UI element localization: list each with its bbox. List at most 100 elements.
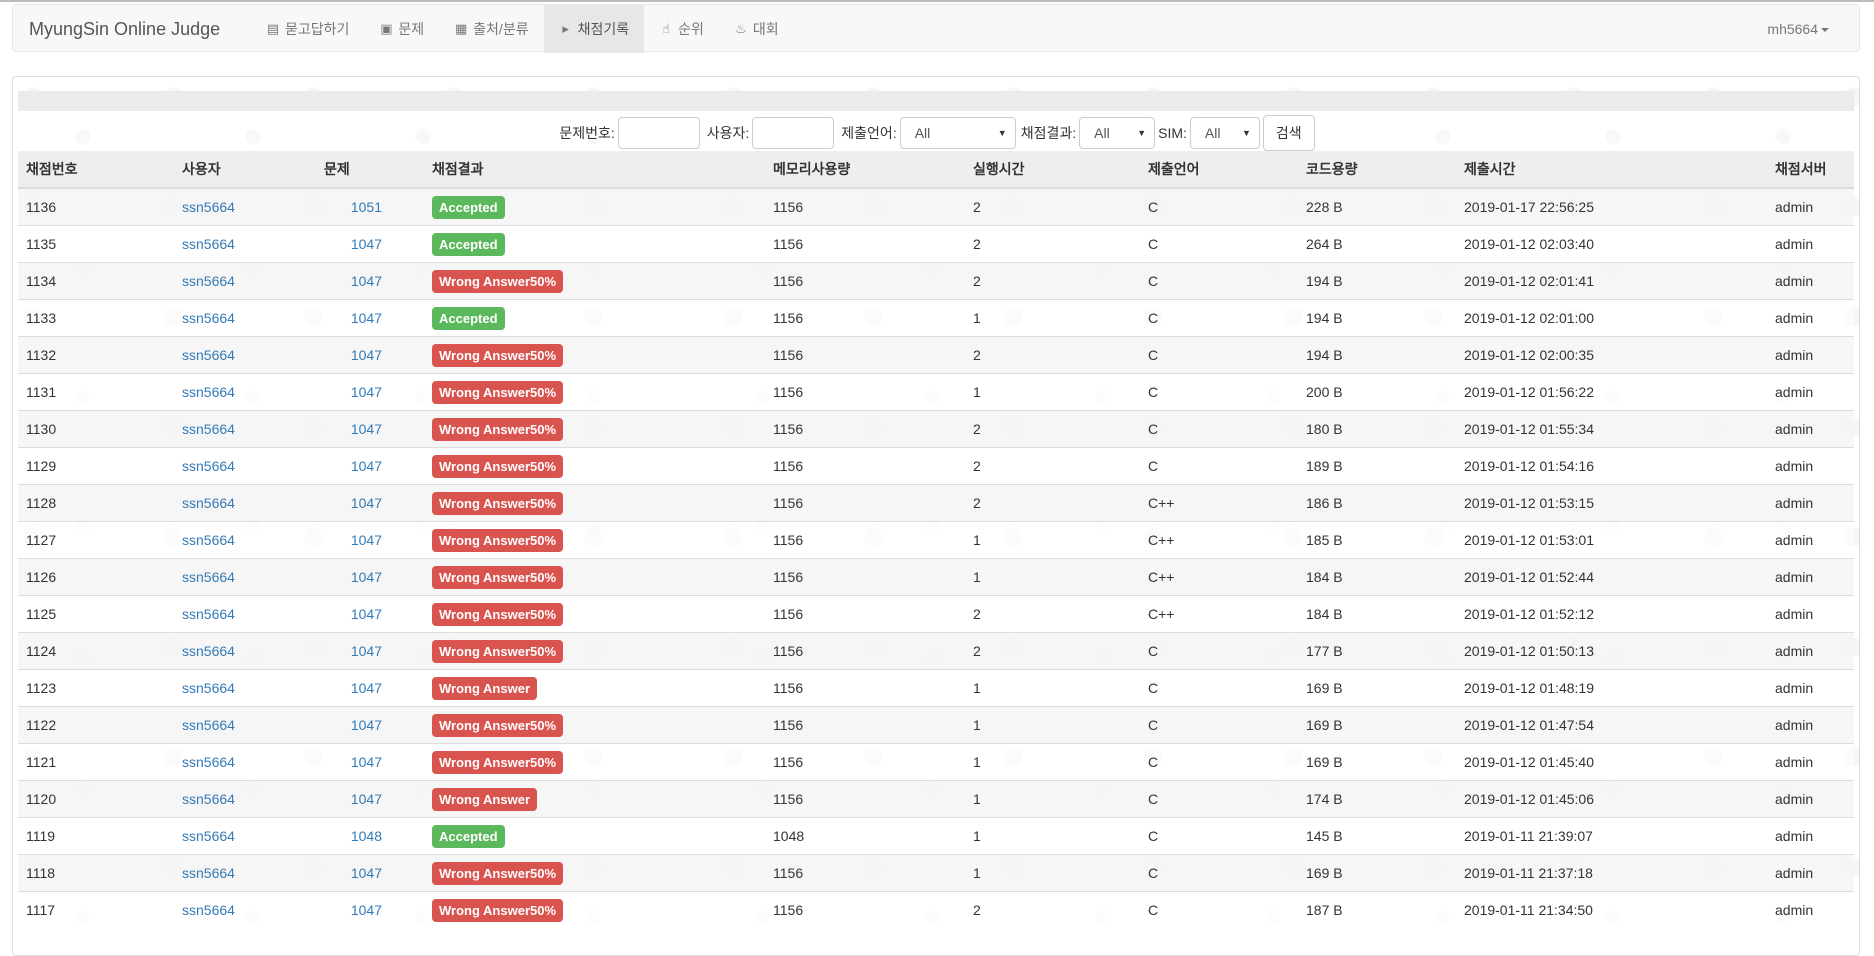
user-link[interactable]: ssn5664: [182, 421, 235, 437]
problem-link[interactable]: 1047: [351, 421, 382, 437]
language-cell: C: [1140, 780, 1298, 818]
result-badge[interactable]: Wrong Answer: [432, 787, 538, 811]
user-link[interactable]: ssn5664: [182, 865, 235, 881]
user-link[interactable]: ssn5664: [182, 236, 235, 252]
result-badge[interactable]: Wrong Answer50%: [432, 454, 564, 478]
nav-item-ranking[interactable]: ☝ 순위: [644, 5, 719, 53]
search-button[interactable]: 검색: [1262, 115, 1315, 151]
user-menu-dropdown[interactable]: mh5664: [1767, 5, 1829, 53]
result-badge[interactable]: Wrong Answer50%: [432, 417, 564, 441]
result-badge[interactable]: Wrong Answer50%: [432, 269, 564, 293]
nav-item-problems[interactable]: ▣ 문제: [364, 5, 439, 53]
problem-id-input[interactable]: [617, 117, 700, 149]
problem-link[interactable]: 1047: [351, 754, 382, 770]
problem-link[interactable]: 1047: [351, 347, 382, 363]
result-select[interactable]: All ▼: [1079, 117, 1156, 149]
status-table: 채점번호 사용자 문제 채점결과 메모리사용량 실행시간 제출언어 코드용량 제…: [18, 151, 1854, 928]
nav-item-status[interactable]: ▸ 채점기록: [543, 5, 645, 53]
result-badge[interactable]: Wrong Answer50%: [432, 528, 564, 552]
result-badge[interactable]: Wrong Answer50%: [432, 750, 564, 774]
col-memory[interactable]: 메모리사용량: [765, 151, 965, 189]
problem-link[interactable]: 1048: [351, 828, 382, 844]
result-cell: Wrong Answer50%: [424, 262, 765, 300]
run-id-cell: 1135: [18, 225, 174, 263]
user-cell: ssn5664: [174, 410, 324, 448]
result-badge[interactable]: Wrong Answer50%: [432, 898, 564, 922]
result-cell: Wrong Answer50%: [424, 373, 765, 411]
time-cell: 2: [965, 262, 1140, 300]
sim-select[interactable]: All ▼: [1189, 117, 1260, 149]
brand-link[interactable]: MyungSin Online Judge: [29, 5, 220, 53]
nav-item-sources[interactable]: ▦ 출처/분류: [439, 5, 543, 53]
col-result[interactable]: 채점결과: [424, 151, 765, 189]
code-length-cell: 189 B: [1298, 447, 1456, 485]
result-badge[interactable]: Wrong Answer50%: [432, 565, 564, 589]
problem-link[interactable]: 1047: [351, 606, 382, 622]
user-link[interactable]: ssn5664: [182, 754, 235, 770]
problem-link[interactable]: 1047: [351, 717, 382, 733]
result-badge[interactable]: Wrong Answer50%: [432, 380, 564, 404]
col-language[interactable]: 제출언어: [1140, 151, 1298, 189]
user-link[interactable]: ssn5664: [182, 310, 235, 326]
col-time[interactable]: 실행시간: [965, 151, 1140, 189]
col-code-length[interactable]: 코드용량: [1298, 151, 1456, 189]
submit-time-cell: 2019-01-11 21:37:18: [1456, 854, 1767, 892]
user-link[interactable]: ssn5664: [182, 199, 235, 215]
problem-cell: 1047: [324, 262, 424, 300]
user-link[interactable]: ssn5664: [182, 495, 235, 511]
problem-cell: 1047: [324, 521, 424, 559]
problem-link[interactable]: 1047: [351, 865, 382, 881]
user-link[interactable]: ssn5664: [182, 458, 235, 474]
result-badge[interactable]: Wrong Answer50%: [432, 491, 564, 515]
result-badge[interactable]: Wrong Answer: [432, 676, 538, 700]
problem-link[interactable]: 1047: [351, 458, 382, 474]
user-link[interactable]: ssn5664: [182, 680, 235, 696]
language-select[interactable]: All ▼: [899, 117, 1016, 149]
user-link[interactable]: ssn5664: [182, 717, 235, 733]
result-badge[interactable]: Wrong Answer50%: [432, 861, 564, 885]
user-link[interactable]: ssn5664: [182, 606, 235, 622]
user-link[interactable]: ssn5664: [182, 273, 235, 289]
nav-item-contest[interactable]: ♨ 대회: [719, 5, 794, 53]
result-badge[interactable]: Accepted: [432, 824, 505, 848]
user-link[interactable]: ssn5664: [182, 791, 235, 807]
problem-link[interactable]: 1047: [351, 791, 382, 807]
problem-link[interactable]: 1047: [351, 643, 382, 659]
problem-link[interactable]: 1047: [351, 680, 382, 696]
col-submit-time[interactable]: 제출시간: [1456, 151, 1767, 189]
submit-time-cell: 2019-01-12 01:56:22: [1456, 373, 1767, 411]
problem-link[interactable]: 1047: [351, 902, 382, 918]
result-badge[interactable]: Wrong Answer50%: [432, 602, 564, 626]
submit-time-cell: 2019-01-12 01:45:40: [1456, 743, 1767, 781]
col-judge-server[interactable]: 채점서버: [1767, 151, 1854, 189]
problem-link[interactable]: 1051: [351, 199, 382, 215]
problem-link[interactable]: 1047: [351, 569, 382, 585]
result-badge[interactable]: Accepted: [432, 232, 505, 256]
problem-link[interactable]: 1047: [351, 236, 382, 252]
nav-item-qna[interactable]: ▤ 묻고답하기: [251, 5, 364, 53]
result-badge[interactable]: Wrong Answer50%: [432, 639, 564, 663]
problem-link[interactable]: 1047: [351, 495, 382, 511]
user-link[interactable]: ssn5664: [182, 347, 235, 363]
status-table-body: 1136 ssn5664 1051 Accepted 1156 2 C 228 B 2019-0…: [18, 187, 1854, 928]
col-user[interactable]: 사용자: [174, 151, 324, 189]
problem-link[interactable]: 1047: [351, 384, 382, 400]
problem-link[interactable]: 1047: [351, 310, 382, 326]
col-run-id[interactable]: 채점번호: [18, 151, 174, 189]
result-badge[interactable]: Wrong Answer50%: [432, 343, 564, 367]
user-link[interactable]: ssn5664: [182, 532, 235, 548]
language-cell: C: [1140, 706, 1298, 744]
user-link[interactable]: ssn5664: [182, 569, 235, 585]
problem-link[interactable]: 1047: [351, 532, 382, 548]
result-badge[interactable]: Wrong Answer50%: [432, 713, 564, 737]
user-link[interactable]: ssn5664: [182, 902, 235, 918]
user-link[interactable]: ssn5664: [182, 384, 235, 400]
result-badge[interactable]: Accepted: [432, 195, 505, 219]
col-problem[interactable]: 문제: [324, 151, 424, 189]
problem-link[interactable]: 1047: [351, 273, 382, 289]
user-id-input[interactable]: [752, 117, 835, 149]
result-badge[interactable]: Accepted: [432, 306, 505, 330]
user-link[interactable]: ssn5664: [182, 643, 235, 659]
memory-cell: 1156: [765, 706, 965, 744]
user-link[interactable]: ssn5664: [182, 828, 235, 844]
